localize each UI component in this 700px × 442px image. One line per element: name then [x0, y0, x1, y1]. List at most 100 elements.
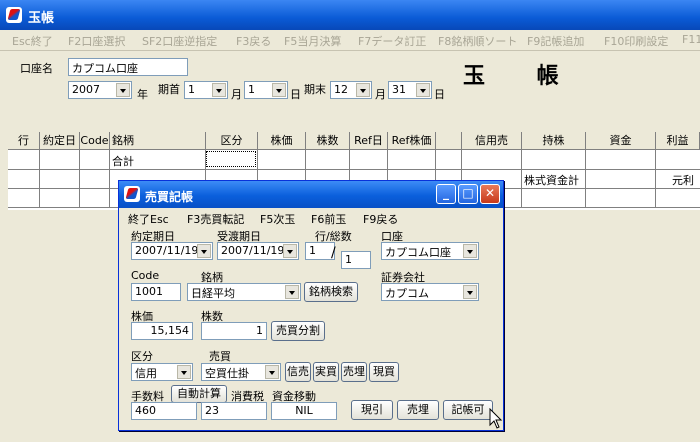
fund-move-field[interactable]: NIL	[271, 402, 337, 420]
row-profit-label: 元利	[672, 174, 694, 187]
brand-select[interactable]: 日経平均	[187, 283, 301, 301]
grid-col-line	[521, 150, 522, 208]
sell-fill-button[interactable]: 売埋	[341, 362, 367, 382]
spot-buy-button[interactable]: 現買	[369, 362, 399, 382]
close-icon: ✕	[484, 186, 496, 200]
code-label: Code	[131, 269, 160, 282]
col-header-ref-price: Ref株価	[388, 132, 436, 150]
end-day-select[interactable]: 31	[388, 81, 432, 99]
col-header-funds: 資金	[586, 132, 656, 150]
row-total-separator: /	[331, 245, 336, 261]
month-unit: 月	[231, 88, 242, 101]
col-header-trade-date: 約定日	[40, 132, 80, 150]
dlg-menu-prev[interactable]: F6前玉	[311, 211, 346, 227]
chevron-down-icon[interactable]	[285, 285, 299, 299]
main-menubar: Esc終了 F2口座選択 SF2口座逆指定 F3戻る F5当月決算 F7データ訂…	[0, 30, 700, 51]
month-unit-end: 月	[375, 88, 386, 101]
chevron-down-icon[interactable]	[356, 83, 370, 97]
maximize-icon: □	[462, 186, 474, 200]
menu-f11[interactable]: F11	[682, 33, 700, 46]
trade-date-select[interactable]: 2007/11/19	[131, 242, 213, 260]
broker-select[interactable]: カプコム	[381, 283, 479, 301]
menu-account-reverse[interactable]: SF2口座逆指定	[142, 33, 217, 49]
menu-esc-exit[interactable]: Esc終了	[12, 33, 53, 49]
delivery-date-select[interactable]: 2007/11/19	[217, 242, 299, 260]
col-header-row: 行	[8, 132, 40, 150]
main-title-bar: 玉帳	[0, 0, 700, 30]
price-field[interactable]: 15,154	[131, 322, 193, 340]
trade-record-dialog: 売買記帳 _ □ ✕ 終了Esc F3売買転記 F5次玉 F6前玉 F9戻る 約…	[118, 180, 504, 431]
spot-pull-button[interactable]: 現引	[351, 400, 393, 420]
col-header-margin-sell: 信用売	[462, 132, 522, 150]
dialog-title-bar: 売買記帳 _ □ ✕	[119, 181, 503, 208]
trade-label: 売買	[209, 350, 231, 363]
year-select[interactable]: 2007	[68, 81, 132, 99]
col-header-blank	[436, 132, 462, 150]
minimize-button[interactable]: _	[436, 184, 456, 204]
trade-split-button[interactable]: 売買分割	[271, 321, 325, 341]
chevron-down-icon[interactable]	[197, 244, 211, 258]
col-header-brand: 銘柄	[110, 132, 206, 150]
app-icon	[6, 7, 22, 23]
end-month-select[interactable]: 12	[330, 81, 372, 99]
tax-field[interactable]: 23	[201, 402, 267, 420]
account-name-field[interactable]: カプコム口座	[68, 58, 188, 76]
col-header-profit: 利益	[656, 132, 700, 150]
year-unit: 年	[137, 88, 148, 101]
menu-month-settle[interactable]: F5当月決算	[284, 33, 341, 49]
auto-calc-button[interactable]: 自動計算	[171, 385, 227, 403]
start-month-select[interactable]: 1	[184, 81, 228, 99]
grid-col-line	[655, 150, 656, 208]
actual-buy-button[interactable]: 実買	[313, 362, 339, 382]
trade-select[interactable]: 空買仕掛	[201, 363, 281, 381]
total-number-field[interactable]: 1	[341, 251, 371, 269]
maximize-button[interactable]: □	[458, 184, 478, 204]
chevron-down-icon[interactable]	[463, 244, 477, 258]
brand-search-button[interactable]: 銘柄検索	[304, 282, 358, 302]
menu-add-record[interactable]: F9記帳追加	[527, 33, 584, 49]
start-day-select[interactable]: 1	[244, 81, 288, 99]
selected-cell[interactable]	[206, 151, 256, 167]
day-unit: 日	[290, 88, 301, 101]
delivery-date-value: 2007/11/19	[221, 244, 285, 257]
fee-field[interactable]: 460	[131, 402, 197, 420]
chevron-down-icon[interactable]	[116, 83, 130, 97]
dlg-menu-back[interactable]: F9戻る	[363, 211, 398, 227]
menu-account-select[interactable]: F2口座選択	[68, 33, 125, 49]
end-label: 期末	[304, 83, 326, 96]
menu-brand-sort[interactable]: F8銘柄順ソート	[438, 33, 517, 49]
start-month-value: 1	[188, 83, 195, 96]
grid-col-line	[39, 150, 40, 208]
chevron-down-icon[interactable]	[283, 244, 297, 258]
type-select[interactable]: 信用	[131, 363, 193, 381]
col-header-code: Code	[80, 132, 110, 150]
dlg-menu-next[interactable]: F5次玉	[260, 211, 295, 227]
dlg-menu-exit[interactable]: 終了Esc	[128, 211, 169, 227]
chevron-down-icon[interactable]	[272, 83, 286, 97]
chevron-down-icon[interactable]	[416, 83, 430, 97]
col-header-holding: 持株	[522, 132, 586, 150]
chevron-down-icon[interactable]	[265, 365, 279, 379]
record-ok-button[interactable]: 記帳可	[443, 400, 493, 420]
chevron-down-icon[interactable]	[463, 285, 477, 299]
dlg-menu-transfer[interactable]: F3売買転記	[187, 211, 244, 227]
close-button[interactable]: ✕	[480, 184, 500, 204]
dlg-account-select[interactable]: カプコム口座	[381, 242, 479, 260]
main-window-title: 玉帳	[28, 11, 55, 26]
year-select-value: 2007	[72, 83, 100, 96]
sell-close-button[interactable]: 売埋	[397, 400, 439, 420]
row-holding-total: 株式資金計	[524, 174, 579, 187]
col-header-ref-date: Ref日	[350, 132, 388, 150]
menu-data-correct[interactable]: F7データ訂正	[358, 33, 426, 49]
grid-col-line	[79, 150, 80, 208]
menu-back[interactable]: F3戻る	[236, 33, 271, 49]
chevron-down-icon[interactable]	[177, 365, 191, 379]
mouse-cursor-icon	[489, 408, 503, 429]
book-title: 玉 帳	[463, 63, 581, 89]
menu-print-setup[interactable]: F10印刷設定	[604, 33, 668, 49]
chevron-down-icon[interactable]	[212, 83, 226, 97]
code-field[interactable]: 1001	[131, 283, 181, 301]
shares-field[interactable]: 1	[201, 322, 267, 340]
col-header-shares: 株数	[306, 132, 350, 150]
margin-sell-button[interactable]: 信売	[285, 362, 311, 382]
